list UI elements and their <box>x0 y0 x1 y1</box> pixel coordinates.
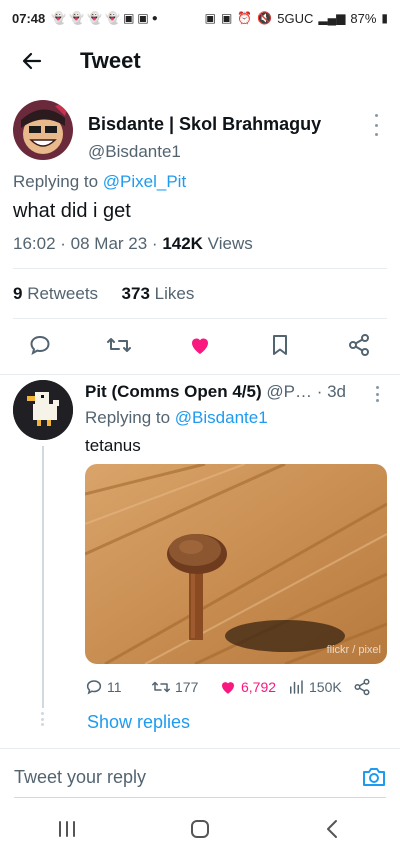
status-bar: 07:48 👻 👻 👻 👻 ▣ ▣ ● ▣ ▣ ⏰ 🔇 5GUC ▂▄▆ 87%… <box>0 0 400 36</box>
status-time: 07:48 <box>12 10 46 26</box>
reply-button[interactable] <box>25 330 55 360</box>
arrow-left-icon <box>22 52 42 70</box>
tweet-meta: 16:02 · 08 Mar 23 · 142K Views <box>13 234 253 254</box>
reply-composer[interactable]: Tweet your reply <box>0 748 400 800</box>
status-right: ▣ ▣ ⏰ 🔇 5GUC ▂▄▆ 87% ▮ <box>205 11 388 26</box>
snapchat-icon: 👻 <box>87 11 103 25</box>
tweet-author: Bisdante | Skol Brahmaguy @Bisdante1 <box>13 100 383 164</box>
chevron-left-icon <box>327 819 338 838</box>
back-button[interactable] <box>0 38 64 84</box>
reply-share-button[interactable] <box>353 678 371 696</box>
recent-apps-icon <box>58 820 75 837</box>
author-handle[interactable]: @Bisdante1 <box>88 142 181 162</box>
share-icon <box>354 678 370 696</box>
share-button[interactable] <box>344 330 374 360</box>
timestamp: 16:02 · 08 Mar 23 · <box>13 234 163 253</box>
reply-more-options-icon[interactable] <box>370 386 384 402</box>
reply-views-count: 150K <box>309 679 342 695</box>
camera-icon <box>363 768 385 786</box>
page-title: Tweet <box>80 48 141 73</box>
reply-likes-count: 6,792 <box>241 679 277 695</box>
home-button[interactable] <box>180 809 220 849</box>
mute-icon: 🔇 <box>257 11 273 25</box>
reply-icon <box>30 335 50 356</box>
snapchat-icon: 👻 <box>105 11 121 25</box>
bookmark-icon <box>273 335 287 355</box>
avatar[interactable] <box>13 100 73 160</box>
battery-icon: ▮ <box>381 11 388 25</box>
tweet-text: what did i get <box>13 200 131 222</box>
reply-media-image[interactable]: flickr / pixel <box>85 464 387 664</box>
reply-replies-count: 11 <box>107 679 122 695</box>
retweet-icon <box>107 338 131 352</box>
replying-to: Replying to @Pixel_Pit <box>13 172 186 192</box>
views-label: Views <box>202 234 253 253</box>
more-options-icon[interactable] <box>369 114 383 136</box>
snapchat-icon: 👻 <box>51 11 67 25</box>
network-label: 5GUC <box>277 10 314 26</box>
retweet-icon <box>152 681 170 693</box>
reply-author-name[interactable]: Pit (Comms Open 4/5) <box>85 382 262 401</box>
heart-filled-icon <box>192 338 208 354</box>
reply-author-handle[interactable]: @P… <box>262 382 312 401</box>
reply-text: tetanus <box>85 436 141 455</box>
reply-replying-to: Replying to @Bisdante1 <box>85 408 268 428</box>
reply-actions: 11 177 6,792 150K <box>85 678 385 698</box>
reply-age: · 3d <box>311 382 346 401</box>
show-replies-link[interactable]: Show replies <box>87 712 190 733</box>
reply-reply-button[interactable]: 11 <box>85 678 122 696</box>
rusty-nail-photo <box>85 464 387 664</box>
likes-stat[interactable]: 373 Likes <box>122 284 195 303</box>
alarm-icon: ⏰ <box>237 11 253 25</box>
reply-retweets-count: 177 <box>175 679 199 695</box>
signal-icon: ▂▄▆ <box>318 11 346 25</box>
reply-author[interactable]: Pit (Comms Open 4/5) @P… · 3d <box>85 382 385 402</box>
divider <box>0 374 400 375</box>
retweets-stat[interactable]: 9 Retweets <box>13 284 98 303</box>
divider <box>13 318 387 319</box>
notification-icon: ▣ <box>137 11 149 25</box>
views-count[interactable]: 142K <box>162 234 203 253</box>
download-icon: ▣ <box>204 11 217 25</box>
battery-label: 87% <box>350 10 377 26</box>
share-icon <box>349 334 369 356</box>
reply-views-button[interactable]: 150K <box>287 678 342 696</box>
recent-apps-button[interactable] <box>47 809 87 849</box>
lock-icon: ▣ <box>221 11 233 25</box>
reply-icon <box>86 680 102 695</box>
image-watermark: flickr / pixel <box>326 644 381 656</box>
system-nav-bar <box>0 800 400 857</box>
more-replies-dots-icon <box>41 712 44 726</box>
dot-icon: ● <box>151 12 158 24</box>
header: Tweet <box>0 38 400 84</box>
status-notification-icons: 👻 👻 👻 👻 ▣ ▣ ● <box>51 11 158 25</box>
home-icon <box>190 819 209 838</box>
author-name[interactable]: Bisdante | Skol Brahmaguy <box>88 114 321 135</box>
views-chart-icon <box>290 680 303 694</box>
reply-avatar[interactable] <box>13 380 73 440</box>
composer-underline <box>14 797 386 798</box>
like-button[interactable] <box>185 330 215 360</box>
reply-input-placeholder[interactable]: Tweet your reply <box>14 767 146 788</box>
reply-retweet-button[interactable]: 177 <box>151 678 198 696</box>
retweet-button[interactable] <box>104 330 134 360</box>
reply-replying-prefix: Replying to <box>85 408 175 427</box>
replying-prefix: Replying to <box>13 172 103 191</box>
notification-icon: ▣ <box>123 11 135 25</box>
snapchat-icon: 👻 <box>69 11 85 25</box>
system-back-button[interactable] <box>313 809 353 849</box>
camera-button[interactable] <box>360 763 388 791</box>
tweet-actions <box>0 330 400 360</box>
tweet-stats: 9 Retweets 373 Likes <box>13 284 194 304</box>
avatar-image <box>13 100 73 160</box>
thread-line <box>42 446 44 708</box>
reply-like-button[interactable]: 6,792 <box>219 678 276 696</box>
duck-avatar-image <box>13 380 73 440</box>
bookmark-button[interactable] <box>265 330 295 360</box>
reply-replying-handle-link[interactable]: @Bisdante1 <box>175 408 268 427</box>
replying-handle-link[interactable]: @Pixel_Pit <box>103 172 186 191</box>
divider <box>13 268 387 269</box>
heart-filled-icon <box>222 682 234 694</box>
